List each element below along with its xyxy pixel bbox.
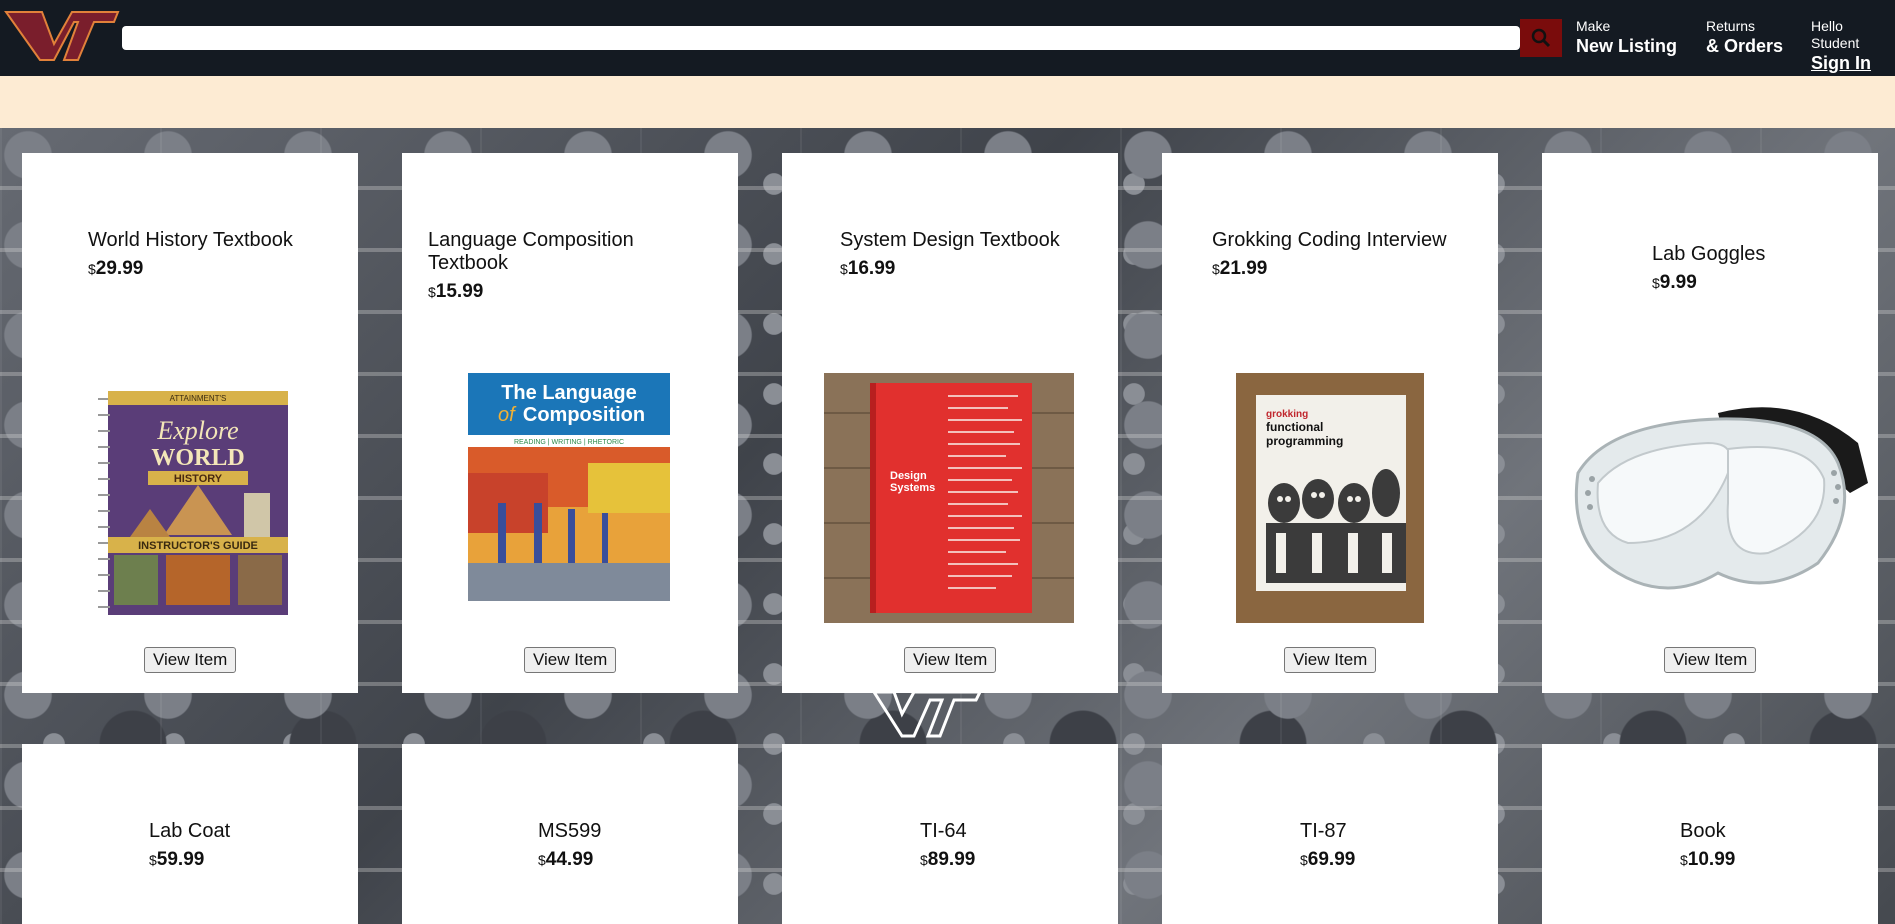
- product-price: $59.99: [149, 849, 205, 870]
- announcement-banner: [0, 76, 1895, 128]
- view-item-button[interactable]: View Item: [144, 647, 237, 673]
- product-card: TI-64 $89.99: [782, 744, 1118, 924]
- svg-text:HISTORY: HISTORY: [174, 473, 223, 485]
- vt-logo[interactable]: [2, 4, 122, 66]
- vt-watermark: [871, 690, 983, 738]
- product-title: Lab Goggles: [1652, 243, 1766, 265]
- new-listing-caption: Make: [1576, 18, 1611, 34]
- search-icon: [1531, 28, 1551, 48]
- svg-text:Explore: Explore: [156, 416, 238, 445]
- product-title: Lab Coat: [149, 820, 231, 842]
- svg-text:functional: functional: [1266, 420, 1323, 434]
- product-card: Lab Coat $59.99: [22, 744, 358, 924]
- product-price: $15.99: [428, 281, 484, 302]
- product-card: Language Composition Textbook $15.99 The…: [402, 153, 738, 693]
- grokking-cover: grokking functional programming: [1236, 373, 1424, 623]
- product-card: TI-87 $69.99: [1162, 744, 1498, 924]
- product-price: $16.99: [840, 258, 896, 279]
- product-price: $89.99: [920, 849, 976, 870]
- product-price: $21.99: [1212, 258, 1268, 279]
- svg-text:programming: programming: [1266, 434, 1343, 448]
- world-history-cover: ATTAINMENT'S Explore WORLD HISTORY INSTR…: [98, 391, 288, 615]
- svg-text:Composition: Composition: [523, 404, 645, 426]
- product-price: $44.99: [538, 849, 594, 870]
- svg-text:of: of: [498, 404, 517, 426]
- account-link[interactable]: Hello Student Sign In: [1811, 18, 1895, 74]
- search-button[interactable]: [1520, 19, 1562, 57]
- svg-text:WORLD: WORLD: [151, 445, 244, 471]
- product-title: MS599: [538, 820, 602, 842]
- product-price: $9.99: [1652, 272, 1697, 293]
- product-title: Language Composition Textbook: [428, 229, 634, 274]
- svg-text:Systems: Systems: [890, 482, 935, 494]
- product-card: World History Textbook $29.99 ATTAINMENT…: [22, 153, 358, 693]
- svg-text:READING | WRITING | RHETORIC: READING | WRITING | RHETORIC: [514, 439, 624, 446]
- svg-text:The Language: The Language: [501, 382, 637, 404]
- svg-text:ATTAINMENT'S: ATTAINMENT'S: [170, 394, 227, 403]
- account-greeting: Hello Student: [1811, 18, 1860, 51]
- design-systems-cover: Design Systems: [824, 373, 1074, 623]
- product-card: System Design Textbook $16.99 Design Sys…: [782, 153, 1118, 693]
- view-item-button[interactable]: View Item: [524, 647, 617, 673]
- product-card: Grokking Coding Interview $21.99 grokkin…: [1162, 153, 1498, 693]
- search-input[interactable]: [122, 26, 1520, 50]
- new-listing-link[interactable]: Make New Listing: [1576, 18, 1677, 57]
- svg-text:INSTRUCTOR'S GUIDE: INSTRUCTOR'S GUIDE: [138, 540, 258, 552]
- new-listing-label: New Listing: [1576, 36, 1678, 56]
- product-title: TI-64: [920, 820, 967, 842]
- product-price: $69.99: [1300, 849, 1356, 870]
- product-card: Book $10.99: [1542, 744, 1878, 924]
- product-title: World History Textbook: [88, 229, 293, 251]
- orders-caption: Returns: [1706, 18, 1756, 34]
- product-title: TI-87: [1300, 820, 1347, 842]
- product-card: Lab Goggles $9.99 View Item: [1542, 153, 1878, 693]
- product-title: Grokking Coding Interview: [1212, 229, 1447, 251]
- product-title: System Design Textbook: [840, 229, 1060, 251]
- product-price: $29.99: [88, 258, 144, 279]
- product-price: $10.99: [1680, 849, 1736, 870]
- view-item-button[interactable]: View Item: [904, 647, 997, 673]
- svg-text:grokking: grokking: [1266, 409, 1308, 420]
- view-item-button[interactable]: View Item: [1284, 647, 1377, 673]
- top-navbar: Make New Listing Returns & Orders Hello …: [0, 0, 1895, 76]
- composition-cover: The Language of Composition READING | WR…: [468, 373, 670, 617]
- lab-goggles-image: [1574, 407, 1868, 590]
- product-title: Book: [1680, 820, 1726, 842]
- sign-in-label: Sign In: [1811, 53, 1871, 73]
- orders-label: & Orders: [1706, 36, 1784, 56]
- svg-text:Design: Design: [890, 470, 927, 482]
- view-item-button[interactable]: View Item: [1664, 647, 1757, 673]
- product-card: MS599 $44.99: [402, 744, 738, 924]
- orders-link[interactable]: Returns & Orders: [1706, 18, 1783, 57]
